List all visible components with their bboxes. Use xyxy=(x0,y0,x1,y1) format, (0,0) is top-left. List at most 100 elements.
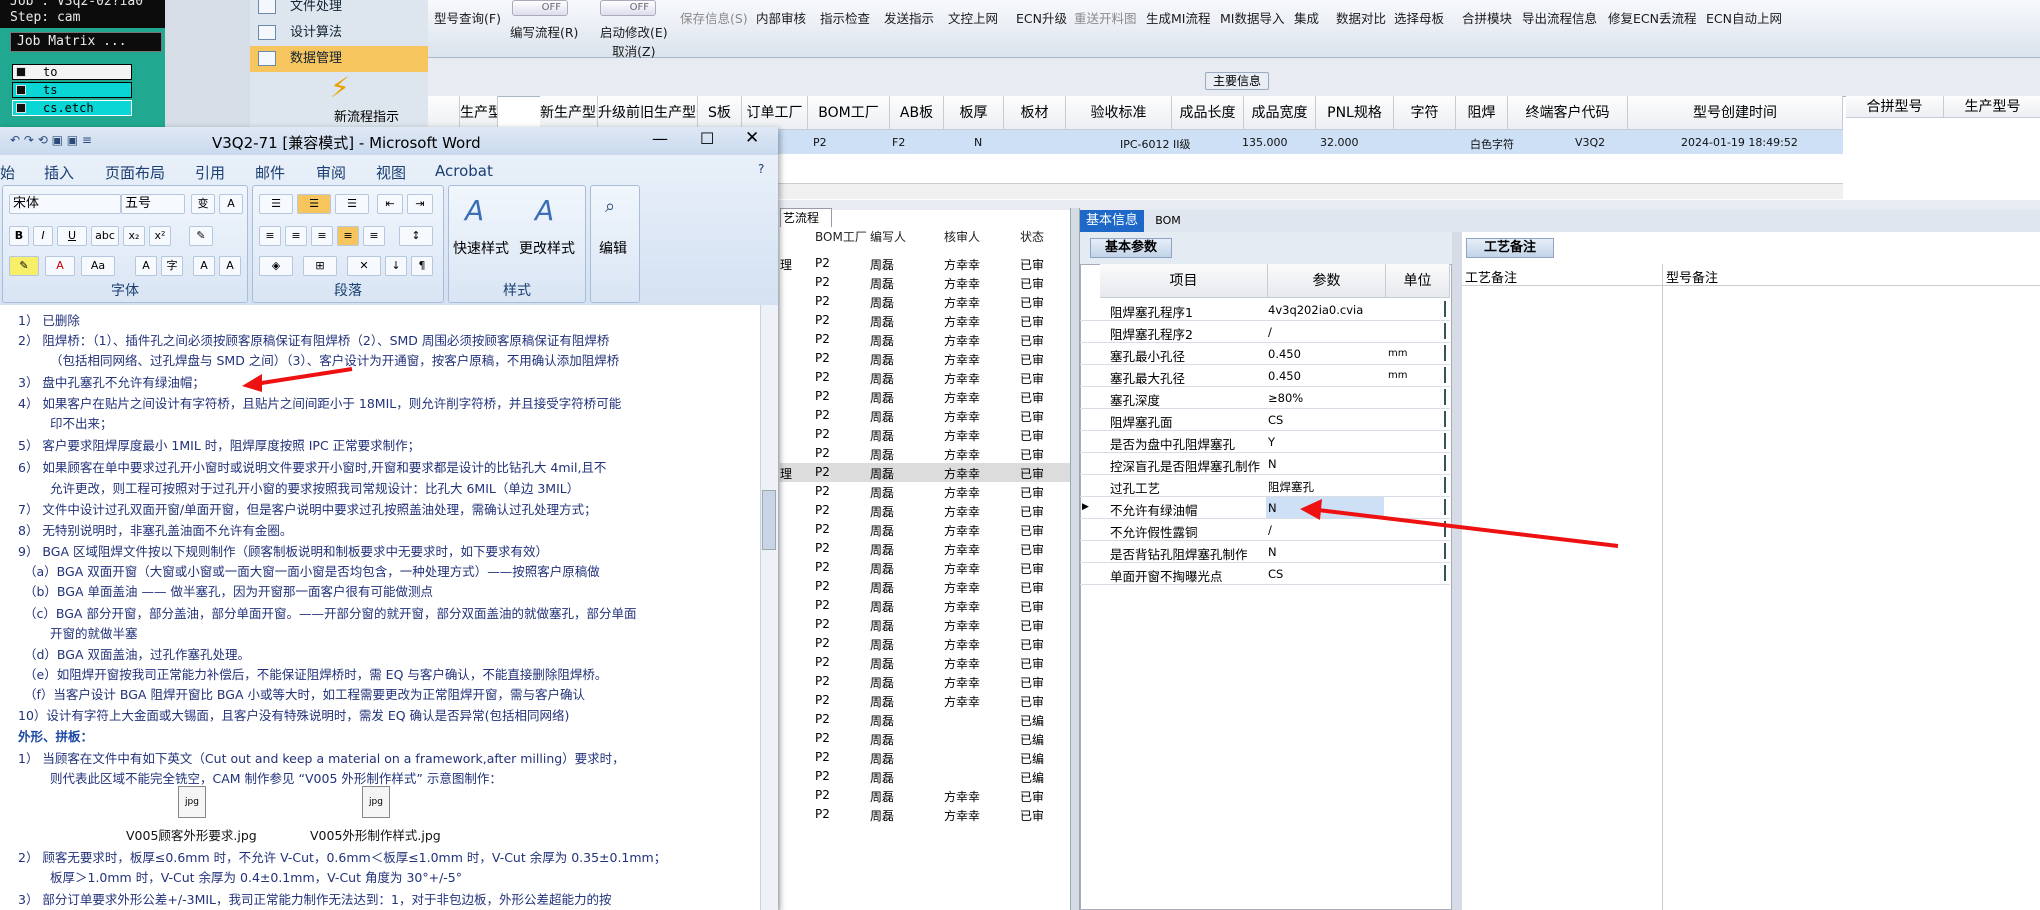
param-value[interactable]: CS xyxy=(1268,567,1283,581)
param-row[interactable]: 不允许有绿油帽 N xyxy=(1080,497,1450,519)
grid-header[interactable]: 板厚 xyxy=(944,96,1004,130)
layer-cs-etch[interactable]: cs.etch xyxy=(12,100,132,116)
grid-header[interactable]: 型号创建时间 xyxy=(1628,96,1843,130)
toolbar-item[interactable]: 合拼模块 xyxy=(1462,8,1512,27)
font-color-icon[interactable]: A xyxy=(45,256,75,276)
layer-ts[interactable]: ts xyxy=(12,82,132,98)
toggle-switch[interactable]: OFF xyxy=(600,0,656,16)
decrease-indent-icon[interactable]: ⇤ xyxy=(377,194,403,214)
quick-styles-icon[interactable]: A xyxy=(465,194,484,227)
char-border-icon[interactable]: A xyxy=(219,194,243,214)
job-matrix-button[interactable]: Job Matrix ... xyxy=(10,32,162,52)
toolbar-item[interactable]: ECN自动上网 xyxy=(1706,8,1782,27)
list-item[interactable]: P2 周磊 方幸幸 已审 xyxy=(780,387,1070,406)
justify-icon[interactable]: ≡ xyxy=(337,226,359,246)
grid-header[interactable]: 成品宽度 xyxy=(1244,96,1316,130)
grid-header[interactable]: AB板 xyxy=(890,96,944,130)
maximize-icon[interactable]: ☐ xyxy=(700,129,714,148)
align-left-icon[interactable]: ≡ xyxy=(259,226,281,246)
list-item[interactable]: P2 周磊 方幸幸 已审 xyxy=(780,406,1070,425)
grid-header[interactable]: 升级前旧生产型号 xyxy=(598,96,698,130)
toolbar-item[interactable]: MI数据导入 xyxy=(1220,8,1284,27)
italic-icon[interactable]: I xyxy=(33,226,53,246)
change-styles-button[interactable]: 更改样式 xyxy=(519,238,575,258)
list-item[interactable]: P2 周磊 方幸幸 已审 xyxy=(780,501,1070,520)
list-item[interactable]: P2 周磊 方幸幸 已审 xyxy=(780,368,1070,387)
toolbar-item[interactable]: 文控上网 xyxy=(948,8,998,27)
param-row[interactable]: 是否为盘中孔阻焊塞孔 Y xyxy=(1080,431,1450,453)
toolbar-item[interactable]: 重送开料图 xyxy=(1074,8,1137,27)
shrink-font-icon[interactable]: A xyxy=(219,256,241,276)
menu-design-algorithm[interactable]: 设计算法 xyxy=(250,20,428,46)
toolbar-item[interactable]: 内部审核 xyxy=(756,8,806,27)
toolbar-item[interactable]: 修复ECN丢流程 xyxy=(1608,8,1696,27)
param-row[interactable]: 过孔工艺 阻焊塞孔 xyxy=(1080,475,1450,497)
grid-header[interactable]: S板 xyxy=(698,96,742,130)
dropdown-edge-icon[interactable] xyxy=(1444,389,1446,405)
tab-references[interactable]: 引用 xyxy=(195,162,225,183)
toolbar-item[interactable]: 指示检查 xyxy=(820,8,870,27)
param-value[interactable]: ≥80% xyxy=(1268,391,1303,405)
param-row[interactable]: 单面开窗不掏曝光点 CS xyxy=(1080,563,1450,585)
dropdown-edge-icon[interactable] xyxy=(1444,499,1446,515)
tab-insert[interactable]: 插入 xyxy=(44,162,74,183)
list-item[interactable]: P2 周磊 方幸幸 已审 xyxy=(780,311,1070,330)
subscript-icon[interactable]: x₂ xyxy=(123,226,145,246)
superscript-icon[interactable]: x² xyxy=(149,226,171,246)
enclosed-char-icon[interactable]: 字 xyxy=(161,256,183,276)
menu-file-processing[interactable]: 文件处理 xyxy=(250,0,428,20)
list-item[interactable]: P2 周磊 方幸幸 已审 xyxy=(780,786,1070,805)
grid-header[interactable]: 阻焊 xyxy=(1456,96,1508,130)
highlight-icon[interactable]: ✎ xyxy=(9,256,39,276)
quick-access-icons[interactable]: ↶ ↷ ⟲ ▣ ▣ ≡ xyxy=(10,133,92,147)
toolbar-item[interactable]: 发送指示 xyxy=(884,8,934,27)
tab-craft-notes[interactable]: 工艺备注 xyxy=(1466,238,1554,258)
list-item[interactable]: P2 周磊 方幸幸 已审 xyxy=(780,425,1070,444)
toolbar-item[interactable]: 启动修改(E) 取消(Z) xyxy=(600,22,668,60)
list-item[interactable]: P2 周磊 方幸幸 已审 xyxy=(780,634,1070,653)
lightning-icon[interactable]: ⚡ xyxy=(330,72,360,104)
dropdown-edge-icon[interactable] xyxy=(1444,345,1446,361)
tab-bom[interactable]: BOM xyxy=(1148,210,1188,232)
font-size-icon[interactable]: Aa xyxy=(81,256,115,276)
list-item[interactable]: P2 周磊 方幸幸 已审 xyxy=(780,520,1070,539)
param-value[interactable]: N xyxy=(1268,457,1277,471)
strikethrough-icon[interactable]: abc xyxy=(91,226,119,246)
list-item[interactable]: P2 周磊 方幸幸 已审 xyxy=(780,615,1070,634)
list-item[interactable]: P2 周磊 方幸幸 已审 xyxy=(780,596,1070,615)
minimize-icon[interactable]: — xyxy=(652,129,668,148)
list-item[interactable]: P2 周磊 方幸幸 已审 xyxy=(780,444,1070,463)
param-value[interactable]: / xyxy=(1268,325,1272,339)
change-styles-icon[interactable]: A xyxy=(535,194,554,227)
list-item[interactable]: P2 周磊 方幸幸 已审 xyxy=(780,273,1070,292)
param-row[interactable]: 控深盲孔是否阻焊塞孔制作 N xyxy=(1080,453,1450,475)
param-row[interactable]: 阻焊塞孔面 CS xyxy=(1080,409,1450,431)
grid-header-right[interactable]: 合拼型号 xyxy=(1846,96,1944,118)
panel-divider[interactable] xyxy=(1452,232,1462,910)
layer-to[interactable]: to xyxy=(12,64,132,80)
dropdown-edge-icon[interactable] xyxy=(1444,543,1446,559)
list-item[interactable]: P2 周磊 方幸幸 已审 xyxy=(780,330,1070,349)
increase-indent-icon[interactable]: ⇥ xyxy=(407,194,433,214)
toolbar-item[interactable]: 生成MI流程 xyxy=(1146,8,1210,27)
param-row[interactable]: 不允许假性露铜 / xyxy=(1080,519,1450,541)
word-vertical-scrollbar[interactable] xyxy=(760,305,778,910)
dropdown-edge-icon[interactable] xyxy=(1444,565,1446,581)
grid-header[interactable]: 生产型号 xyxy=(460,96,498,130)
font-size-select[interactable]: 五号 xyxy=(121,194,185,214)
tab-mailings[interactable]: 邮件 xyxy=(255,162,285,183)
grid-header[interactable]: 订单工厂 xyxy=(742,96,808,130)
list-item[interactable]: P2 周磊 方幸幸 已审 xyxy=(780,577,1070,596)
grid-header[interactable]: 成品长度 xyxy=(1172,96,1244,130)
chinese-layout-icon[interactable]: ✕ xyxy=(347,256,381,276)
list-item[interactable]: 理 P2 周磊 方幸幸 已审 xyxy=(780,254,1070,273)
tab-basic-params[interactable]: 基本参数 xyxy=(1090,238,1172,258)
param-value[interactable]: 0.450 xyxy=(1268,347,1301,361)
distribute-icon[interactable]: ≡ xyxy=(363,226,385,246)
line-spacing-icon[interactable]: ↕ xyxy=(399,226,433,246)
font-name-select[interactable]: 宋体 xyxy=(9,194,121,214)
tab-home[interactable]: 始 xyxy=(0,162,15,183)
align-center-icon[interactable]: ≡ xyxy=(285,226,307,246)
binoculars-icon[interactable]: ⌕ xyxy=(605,196,615,217)
splitter[interactable] xyxy=(1070,208,1080,910)
